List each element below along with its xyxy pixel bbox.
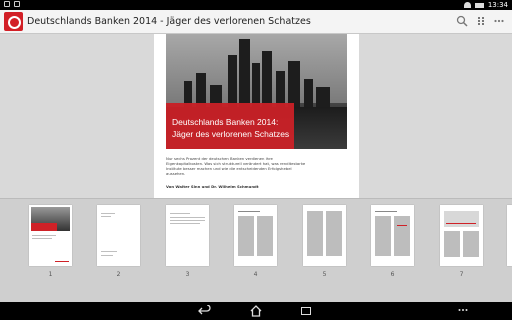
status-right: 13:34: [463, 0, 508, 10]
thumbnail-strip[interactable]: 1 2 3 4 5 6 7: [0, 198, 512, 302]
thumb-text-column: [238, 216, 254, 256]
thumb-text-column: [326, 211, 342, 256]
building: [288, 61, 300, 109]
notification-icon: [14, 1, 20, 7]
wifi-icon: [463, 2, 471, 8]
overflow-menu-icon[interactable]: [492, 15, 506, 29]
thumb-chart-line: [446, 223, 476, 224]
page-thumbnail-3[interactable]: 3: [166, 205, 209, 278]
authors-line: Von Walter Sinn und Dr. Wilhelm Schmundt: [166, 184, 259, 189]
thumb-title-band: [31, 223, 57, 231]
page-thumbnail-6[interactable]: 6: [371, 205, 414, 278]
cover-title-band: Deutschlands Banken 2014: Jäger des verl…: [166, 103, 294, 149]
thumb-text-column: [307, 211, 323, 256]
thumb-text-line: [170, 220, 205, 221]
home-icon[interactable]: [249, 305, 263, 317]
thumb-heading-line: [375, 211, 397, 212]
skyline-photo: Deutschlands Banken 2014: Jäger des verl…: [166, 34, 347, 149]
thumb-text-column: [257, 216, 273, 256]
thumb-text-column: [444, 231, 460, 257]
thumb-text-line: [101, 216, 111, 217]
thumb-text-line: [32, 235, 56, 236]
thumbnail-number: 4: [253, 271, 258, 278]
recents-icon[interactable]: [301, 307, 311, 315]
thumb-text-line: [170, 223, 200, 224]
document-title: Deutschlands Banken 2014 - Jäger des ver…: [27, 16, 311, 27]
battery-icon: [474, 2, 484, 8]
thumbnail-number: 2: [116, 271, 121, 278]
thumbnail-number: 1: [48, 271, 53, 278]
building: [239, 39, 250, 109]
building: [262, 51, 272, 109]
thumbnail-number: 5: [322, 271, 327, 278]
thumb-heading-line: [238, 211, 260, 212]
notification-icons: [4, 1, 20, 7]
page-thumbnail-5[interactable]: 5: [303, 205, 346, 278]
thumb-text-column: [375, 216, 391, 256]
thumb-text-line: [170, 213, 190, 214]
action-bar: Deutschlands Banken 2014 - Jäger des ver…: [0, 10, 512, 34]
thumb-text-column: [394, 216, 410, 256]
building: [316, 87, 330, 109]
grid-icon[interactable]: [474, 15, 488, 29]
navigation-bar: [0, 302, 512, 320]
page-thumbnail-7[interactable]: 7: [440, 205, 483, 278]
page-thumbnail-8-partial[interactable]: [507, 205, 512, 266]
thumb-chart: [444, 211, 479, 227]
thumb-text-line: [101, 251, 117, 252]
page-thumbnail-1[interactable]: 1: [29, 205, 72, 278]
page-thumbnail-4[interactable]: 4: [234, 205, 277, 278]
screenshot-icon: [4, 1, 10, 7]
thumb-highlight: [397, 225, 407, 226]
thumbnail-number: 3: [185, 271, 190, 278]
page-thumbnail-2[interactable]: 2: [97, 205, 140, 278]
intro-text: Nur sechs Prozent der deutschen Banken v…: [166, 156, 306, 176]
thumb-text-line: [101, 255, 113, 256]
cover-subtitle: Jäger des verlorenen Schatzes: [172, 129, 290, 139]
status-bar: 13:34: [0, 0, 512, 10]
back-icon[interactable]: [198, 304, 212, 317]
thumb-text-line: [32, 238, 52, 239]
overflow-icon[interactable]: [456, 305, 470, 317]
building: [228, 55, 237, 109]
thumb-text-line: [170, 217, 205, 218]
thumb-logo: [55, 261, 69, 262]
document-page[interactable]: Deutschlands Banken 2014: Jäger des verl…: [154, 34, 359, 198]
cover-title: Deutschlands Banken 2014:: [172, 117, 279, 127]
app-logo-icon[interactable]: [4, 12, 23, 31]
clock: 13:34: [487, 1, 508, 9]
building: [304, 79, 313, 109]
search-icon[interactable]: [455, 15, 469, 29]
thumbnail-number: 7: [459, 271, 464, 278]
thumbnail-number: 6: [390, 271, 395, 278]
thumb-text-column: [463, 231, 479, 257]
thumb-text-line: [101, 213, 115, 214]
